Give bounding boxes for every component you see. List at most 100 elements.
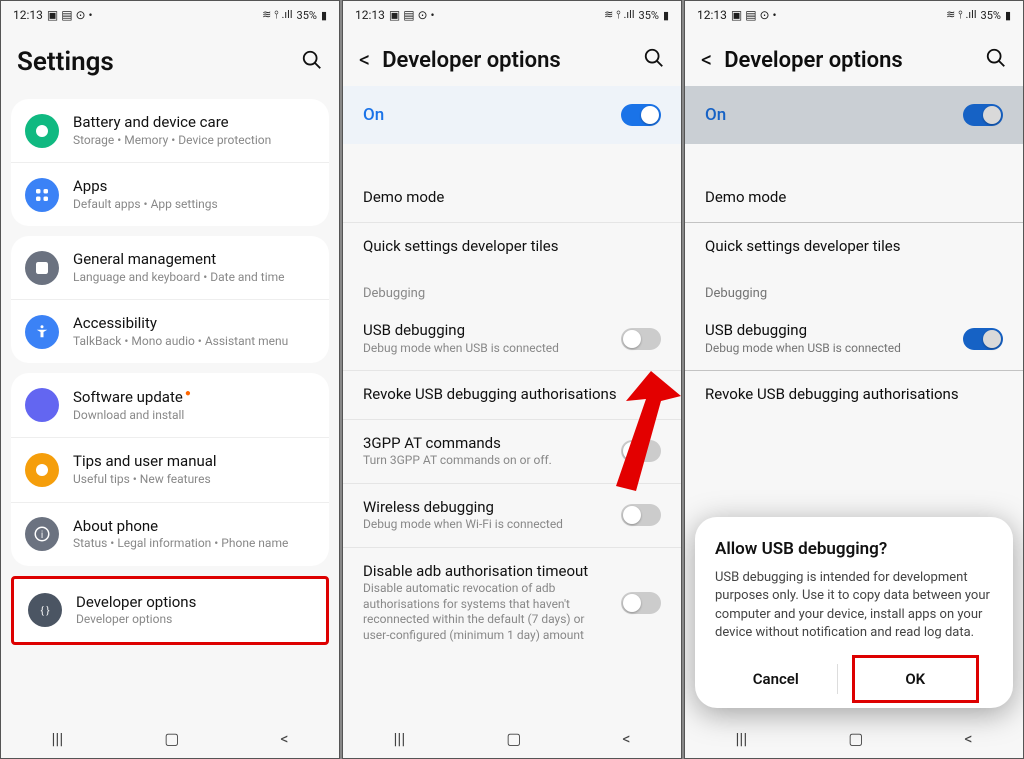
adb-timeout-toggle[interactable] — [621, 592, 661, 614]
developer-options-list: Demo mode Quick settings developer tiles… — [343, 144, 681, 718]
settings-item-tips[interactable]: Tips and user manual Useful tips • New f… — [11, 437, 329, 501]
page-title: Developer options — [382, 48, 631, 73]
navigation-bar: ||| ▢ < — [685, 718, 1023, 758]
debugging-section-label: Debugging — [343, 270, 681, 307]
wireless-debug-toggle[interactable] — [621, 504, 661, 526]
tips-icon — [25, 453, 59, 487]
settings-item-battery[interactable]: Battery and device care Storage • Memory… — [11, 99, 329, 162]
settings-item-general[interactable]: General management Language and keyboard… — [11, 236, 329, 299]
settings-item-accessibility[interactable]: Accessibility TalkBack • Mono audio • As… — [11, 299, 329, 363]
recents-icon[interactable]: ||| — [394, 729, 406, 748]
developer-options-screen: 12:13 ▣ ▤ ⊙ • ≋ ⫯ .ıll 35% ▮ < Developer… — [342, 0, 682, 759]
general-icon — [25, 251, 59, 285]
item-sub: Useful tips • New features — [73, 472, 315, 488]
recents-icon[interactable]: ||| — [736, 729, 748, 748]
back-nav-icon[interactable]: < — [280, 729, 288, 748]
search-icon[interactable] — [301, 49, 323, 76]
item-title: Software update● — [73, 387, 315, 408]
item-title: Battery and device care — [73, 113, 315, 133]
3gpp-toggle[interactable] — [621, 440, 661, 462]
developer-options-dialog-screen: 12:13 ▣ ▤ ⊙ • ≋ ⫯ .ıll 35% ▮ < Developer… — [684, 0, 1024, 759]
page-title: Settings — [17, 47, 289, 77]
item-title: Accessibility — [73, 314, 315, 334]
home-icon[interactable]: ▢ — [848, 729, 863, 748]
master-toggle-row[interactable]: On — [685, 86, 1023, 144]
cancel-button[interactable]: Cancel — [715, 658, 837, 700]
about-icon: i — [25, 517, 59, 551]
item-sub: Storage • Memory • Device protection — [73, 133, 315, 149]
item-sub: Default apps • App settings — [73, 197, 315, 213]
status-battery-text: 35% — [639, 9, 659, 22]
settings-item-apps[interactable]: Apps Default apps • App settings — [11, 162, 329, 226]
svg-text:i: i — [41, 530, 43, 541]
battery-icon: ▮ — [663, 9, 669, 22]
status-signal-icons: ≋ ⫯ .ıll — [262, 8, 292, 22]
svg-text:{ }: { } — [40, 606, 49, 617]
navigation-bar: ||| ▢ < — [1, 718, 339, 758]
dev-item-revoke-auth[interactable]: Revoke USB debugging authorisations — [685, 371, 1023, 419]
item-title: Tips and user manual — [73, 452, 315, 472]
developer-icon: { } — [28, 593, 62, 627]
master-toggle[interactable] — [621, 104, 661, 126]
item-title: About phone — [73, 517, 315, 537]
update-dot-icon: ● — [185, 388, 191, 399]
recents-icon[interactable]: ||| — [52, 729, 64, 748]
update-icon — [25, 388, 59, 422]
status-signal-icons: ≋ ⫯ .ıll — [946, 8, 976, 22]
dev-item-adb-timeout[interactable]: Disable adb authorisation timeout Disabl… — [343, 548, 681, 658]
accessibility-icon — [25, 315, 59, 349]
page-title: Developer options — [724, 48, 973, 73]
dev-item-wireless-debug[interactable]: Wireless debugging Debug mode when Wi-Fi… — [343, 484, 681, 547]
battery-icon: ▮ — [321, 9, 327, 22]
master-toggle-label: On — [705, 105, 726, 125]
status-time: 12:13 — [697, 8, 727, 22]
usb-debugging-toggle[interactable] — [621, 328, 661, 350]
dialog-body: USB debugging is intended for developmen… — [715, 569, 993, 642]
home-icon[interactable]: ▢ — [506, 729, 521, 748]
back-nav-icon[interactable]: < — [964, 729, 972, 748]
battery-care-icon — [25, 114, 59, 148]
back-icon[interactable]: < — [701, 48, 712, 73]
battery-icon: ▮ — [1005, 9, 1011, 22]
dev-item-demo-mode[interactable]: Demo mode — [343, 174, 681, 222]
settings-screen: 12:13 ▣ ▤ ⊙ • ≋ ⫯ .ıll 35% ▮ Settings Ba… — [0, 0, 340, 759]
usb-debugging-dialog: Allow USB debugging? USB debugging is in… — [695, 517, 1013, 708]
dev-item-usb-debugging[interactable]: USB debugging Debug mode when USB is con… — [343, 307, 681, 370]
search-icon[interactable] — [985, 47, 1007, 74]
item-sub: Developer options — [76, 612, 312, 628]
settings-item-developer[interactable]: { } Developer options Developer options — [14, 579, 326, 642]
settings-list: Battery and device care Storage • Memory… — [1, 89, 339, 718]
ok-button[interactable]: OK — [852, 655, 980, 703]
status-bar: 12:13 ▣ ▤ ⊙ • ≋ ⫯ .ıll 35% ▮ — [343, 1, 681, 29]
navigation-bar: ||| ▢ < — [343, 718, 681, 758]
debugging-section-label: Debugging — [685, 270, 1023, 307]
status-time: 12:13 — [355, 8, 385, 22]
dev-item-3gpp[interactable]: 3GPP AT commands Turn 3GPP AT commands o… — [343, 420, 681, 483]
master-toggle-label: On — [363, 105, 384, 125]
back-nav-icon[interactable]: < — [622, 729, 630, 748]
status-notif-icons: ▣ ▤ ⊙ • — [731, 8, 777, 22]
dialog-title: Allow USB debugging? — [715, 539, 993, 559]
apps-icon — [25, 178, 59, 212]
search-icon[interactable] — [643, 47, 665, 74]
settings-header: Settings — [1, 29, 339, 89]
status-signal-icons: ≋ ⫯ .ıll — [604, 8, 634, 22]
item-sub: Language and keyboard • Date and time — [73, 270, 315, 286]
dev-item-quick-tiles[interactable]: Quick settings developer tiles — [685, 223, 1023, 271]
item-sub: Download and install — [73, 408, 315, 424]
dev-item-usb-debugging[interactable]: USB debugging Debug mode when USB is con… — [685, 307, 1023, 370]
status-bar: 12:13 ▣ ▤ ⊙ • ≋ ⫯ .ıll 35% ▮ — [1, 1, 339, 29]
home-icon[interactable]: ▢ — [164, 729, 179, 748]
master-toggle-row[interactable]: On — [343, 86, 681, 144]
usb-debugging-toggle[interactable] — [963, 328, 1003, 350]
settings-item-about[interactable]: i About phone Status • Legal information… — [11, 502, 329, 566]
dev-item-revoke-auth[interactable]: Revoke USB debugging authorisations — [343, 371, 681, 419]
dev-item-quick-tiles[interactable]: Quick settings developer tiles — [343, 223, 681, 271]
master-toggle[interactable] — [963, 104, 1003, 126]
settings-item-update[interactable]: Software update● Download and install — [11, 373, 329, 437]
dev-item-demo-mode[interactable]: Demo mode — [685, 174, 1023, 222]
item-sub: TalkBack • Mono audio • Assistant menu — [73, 334, 315, 350]
item-title: Apps — [73, 177, 315, 197]
item-title: Developer options — [76, 593, 312, 613]
back-icon[interactable]: < — [359, 48, 370, 73]
